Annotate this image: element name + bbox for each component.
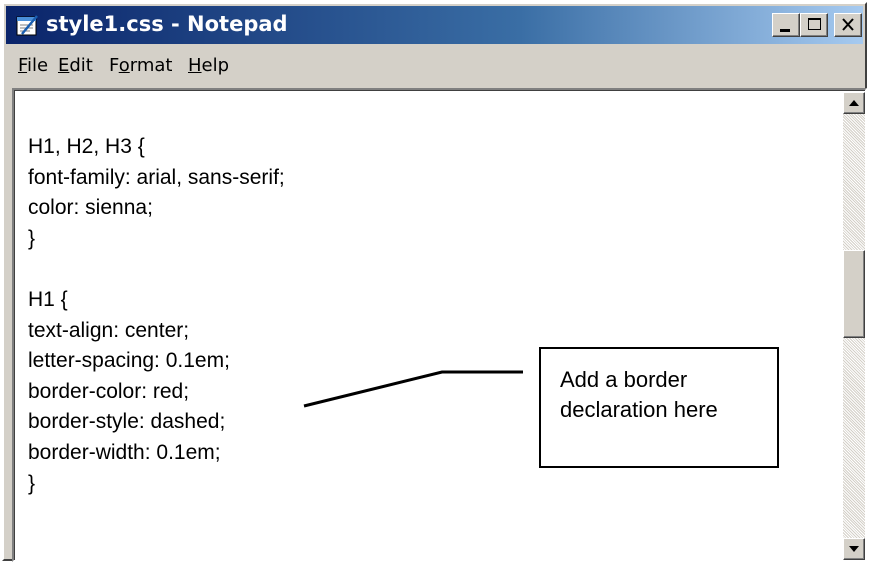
menu-help[interactable]: Help	[188, 55, 229, 76]
code-line: text-align: center;	[28, 318, 190, 342]
code-line: H1 {	[28, 287, 68, 311]
text-editor[interactable]: H1, H2, H3 { font-family: arial, sans-se…	[12, 88, 867, 562]
menu-format[interactable]: Format	[109, 55, 172, 76]
annotation-text: Add a border declaration here	[560, 367, 718, 422]
vertical-scrollbar[interactable]	[843, 92, 865, 560]
close-button[interactable]	[834, 13, 862, 37]
scrollbar-thumb[interactable]	[843, 250, 865, 338]
code-line: font-family: arial, sans-serif;	[28, 165, 285, 189]
close-icon	[842, 18, 854, 31]
minimize-icon	[780, 29, 790, 32]
code-line: }	[28, 226, 36, 250]
scroll-up-button[interactable]	[843, 92, 865, 114]
notepad-icon	[16, 15, 38, 36]
scroll-down-button[interactable]	[843, 538, 865, 560]
title-bar[interactable]: style1.css - Notepad	[6, 6, 863, 44]
menu-edit[interactable]: Edit	[58, 55, 93, 76]
code-line: H1, H2, H3 {	[28, 135, 145, 158]
maximize-icon	[808, 18, 821, 30]
menu-bar: File Edit Format Help	[6, 48, 863, 78]
window-title: style1.css - Notepad	[46, 12, 288, 36]
menu-file[interactable]: File	[18, 55, 48, 76]
arrow-down-icon	[849, 546, 859, 552]
minimize-button[interactable]	[772, 13, 800, 37]
code-line: }	[28, 471, 36, 495]
arrow-up-icon	[849, 100, 859, 106]
notepad-window: style1.css - Notepad File Edit Format He…	[2, 2, 867, 562]
code-line: color: sienna;	[28, 196, 153, 220]
maximize-button[interactable]	[800, 13, 828, 37]
annotation-callout: Add a border declaration here	[539, 347, 779, 468]
